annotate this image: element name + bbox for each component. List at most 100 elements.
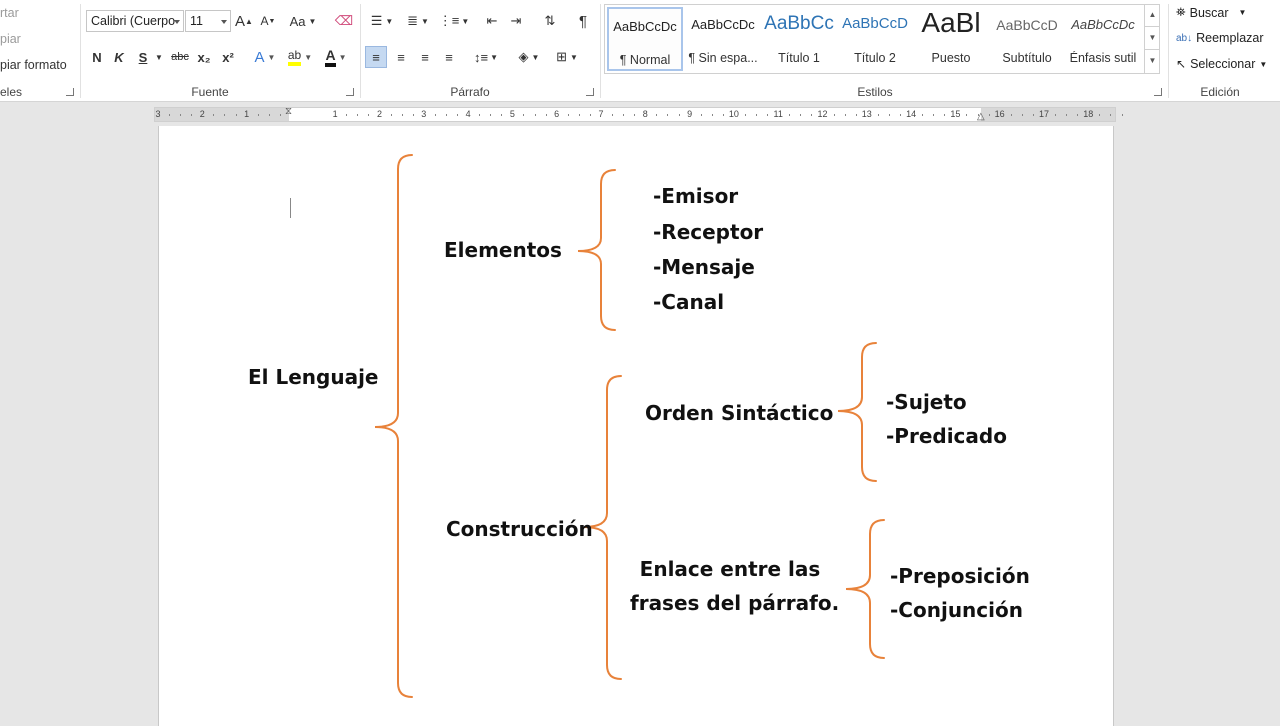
underline-button[interactable]: S: [134, 46, 152, 68]
root-concept: El Lenguaje: [248, 365, 379, 389]
paragraph-group-label: Párrafo: [450, 85, 490, 99]
numbering-icon[interactable]: ≣ ▼: [402, 10, 434, 32]
ruler-tick: [279, 114, 281, 116]
style-title[interactable]: AaBl Puesto: [913, 7, 989, 71]
bold-button[interactable]: N: [88, 46, 106, 68]
underline-dropdown-icon[interactable]: ▼: [154, 46, 164, 68]
ruler-tick: [545, 114, 547, 116]
ruler-tick: [756, 114, 758, 116]
ruler-tick: [700, 114, 702, 116]
indent-marker-icon[interactable]: ⧖: [285, 106, 292, 117]
ruler-number: 5: [509, 109, 515, 119]
styles-gallery: AaBbCcDc ¶ Normal AaBbCcDc ¶ Sin espa...…: [604, 4, 1160, 74]
ruler-number: 18: [1083, 109, 1094, 119]
ruler-tick: [490, 114, 492, 116]
styles-launcher-icon[interactable]: [1154, 88, 1162, 96]
ruler-tick: [191, 114, 193, 116]
ruler-tick: [268, 114, 270, 116]
ruler-tick: [224, 114, 226, 116]
decrease-indent-icon[interactable]: ⇤: [482, 10, 502, 32]
style-no-spacing[interactable]: AaBbCcDc ¶ Sin espa...: [685, 7, 761, 71]
align-right-icon[interactable]: ≡: [414, 46, 436, 68]
ruler-tick: [412, 114, 414, 116]
ruler-tick: [744, 114, 746, 116]
superscript-button[interactable]: x²: [218, 46, 238, 68]
style-heading-1[interactable]: AaBbCc Título 1: [761, 7, 837, 71]
align-center-icon[interactable]: ≡: [390, 46, 412, 68]
style-subtle-emphasis[interactable]: AaBbCcDc Énfasis sutil: [1065, 7, 1141, 71]
subscript-button[interactable]: x₂: [194, 46, 214, 68]
increase-indent-icon[interactable]: ⇥: [506, 10, 526, 32]
sort-icon[interactable]: ⇅: [540, 10, 560, 32]
style-subtitle[interactable]: AaBbCcD Subtítulo: [989, 7, 1065, 71]
scroll-down-icon[interactable]: ▼: [1145, 27, 1160, 50]
style-name: Subtítulo: [1002, 51, 1052, 65]
ruler-tick: [966, 114, 968, 116]
ruler-tick: [457, 114, 459, 116]
clear-formatting-icon[interactable]: ⌫: [334, 10, 354, 32]
justify-icon[interactable]: ≡: [438, 46, 460, 68]
ruler-tick: [800, 114, 802, 116]
horizontal-ruler[interactable]: 3 2 1 1 2 3 4 5 6 7 8 9 10 11 12 13 14 15 16 17 18 ⧖ △: [154, 106, 1123, 122]
ruler-tick: [589, 114, 591, 116]
change-case-button[interactable]: Aa ▼: [288, 10, 318, 32]
font-family-select[interactable]: Calibri (Cuerpo: [86, 10, 184, 32]
ruler-tick: [789, 114, 791, 116]
shrink-font-button[interactable]: A ▼: [259, 10, 277, 32]
ruler-tick: [612, 114, 614, 116]
font-color-button[interactable]: A ▼: [320, 46, 352, 68]
style-sample: AaBbCc: [764, 13, 834, 34]
strikethrough-button[interactable]: abc: [168, 46, 192, 68]
ruler-tick: [711, 114, 713, 116]
borders-icon[interactable]: ⊞ ▼: [550, 46, 584, 68]
ruler-tick: [401, 114, 403, 116]
align-left-icon[interactable]: ≡: [365, 46, 387, 68]
elementos-item: -Mensaje: [653, 255, 755, 279]
ruler-number: 2: [199, 109, 205, 119]
right-indent-marker-icon[interactable]: △: [977, 111, 985, 122]
highlight-color-button[interactable]: ab ▼: [284, 46, 316, 68]
ruler-number: 17: [1038, 109, 1050, 119]
ruler-tick: [877, 114, 879, 116]
shading-icon[interactable]: ◈ ▼: [512, 46, 546, 68]
ruler-tick: [623, 114, 625, 116]
ruler-tick: [523, 114, 525, 116]
ruler-number: 3: [421, 109, 427, 119]
line-spacing-icon[interactable]: ↕≡ ▼: [470, 46, 502, 68]
grow-font-button[interactable]: A ▲: [235, 10, 253, 32]
ruler-tick: [1099, 114, 1101, 116]
orden-item: -Sujeto: [886, 390, 967, 414]
style-sample: AaBbCcDc: [1071, 17, 1135, 32]
ruler-tick: [888, 114, 890, 116]
find-button[interactable]: ⛯ Buscar ▼: [1176, 5, 1246, 20]
cut-button[interactable]: rtar: [0, 6, 19, 20]
select-button[interactable]: ↖ Seleccionar ▼: [1176, 57, 1267, 71]
replace-button[interactable]: ab↓ Reemplazar: [1176, 31, 1264, 45]
font-size-select[interactable]: 11: [185, 10, 231, 32]
style-name: Puesto: [931, 51, 971, 65]
show-formatting-marks-icon[interactable]: ¶: [574, 10, 592, 32]
font-launcher-icon[interactable]: [346, 88, 354, 96]
italic-button[interactable]: K: [110, 46, 128, 68]
paragraph-launcher-icon[interactable]: [586, 88, 594, 96]
multilevel-list-icon[interactable]: ⋮≡ ▼: [438, 10, 470, 32]
orden-item: -Predicado: [886, 424, 1007, 448]
font-family-value: Calibri (Cuerpo: [91, 14, 176, 28]
ruler-tick: [1121, 114, 1123, 116]
more-styles-icon[interactable]: ▼: [1145, 50, 1160, 73]
find-label: Buscar: [1189, 5, 1229, 20]
group-divider: [1168, 4, 1169, 98]
enlace-item: -Conjunción: [890, 598, 1023, 622]
bullets-icon[interactable]: ☰ ▼: [366, 10, 398, 32]
scroll-up-icon[interactable]: ▲: [1145, 4, 1160, 27]
style-heading-2[interactable]: AaBbCcD Título 2: [837, 7, 913, 71]
format-painter-button[interactable]: piar formato: [0, 58, 67, 72]
ruler-tick: [501, 114, 503, 116]
style-sample: AaBbCcD: [842, 15, 908, 32]
copy-button[interactable]: piar: [0, 32, 21, 46]
text-effects-icon[interactable]: A ▼: [250, 46, 280, 68]
clipboard-launcher-icon[interactable]: [66, 88, 74, 96]
style-normal[interactable]: AaBbCcDc ¶ Normal: [607, 7, 683, 71]
grow-font-icon: A: [235, 12, 246, 30]
group-divider: [600, 4, 601, 98]
